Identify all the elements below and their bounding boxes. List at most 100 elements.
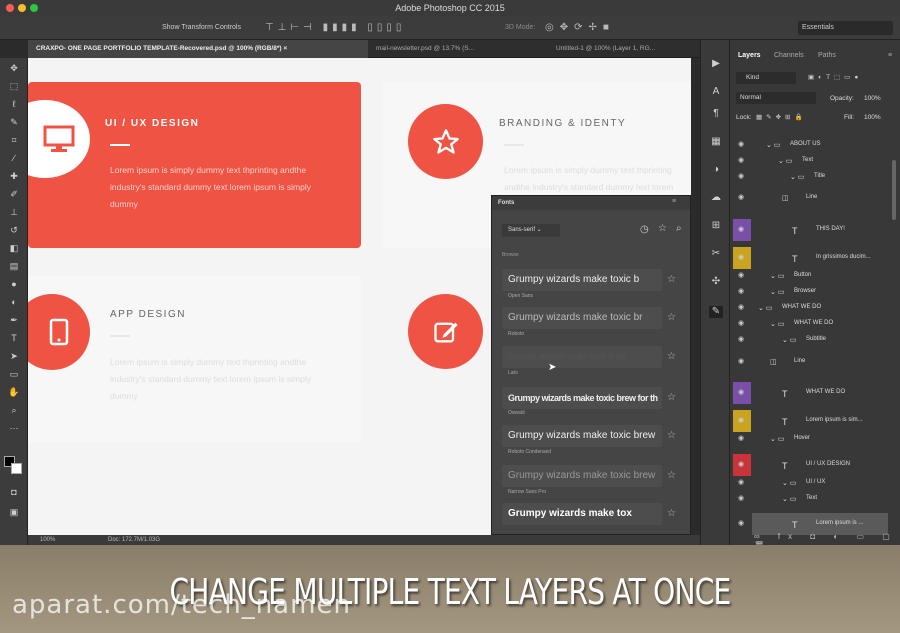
hand-tool-icon[interactable]: ✋ (7, 386, 21, 398)
3d-tools-icons[interactable]: ◎✥⟳✢■ (545, 22, 615, 33)
pen-tool-icon[interactable]: ✒ (7, 314, 21, 326)
layer-row[interactable]: ◉ ⌄ ▭ Button (730, 269, 890, 283)
visibility-eye-icon[interactable]: ◉ (738, 434, 744, 442)
layer-row[interactable]: ◉ ⌄ ▭ Hover (730, 432, 890, 446)
star-icon[interactable]: ☆ (667, 430, 676, 441)
gradient-tool-icon[interactable]: ▤ (7, 260, 21, 272)
history-panel-icon[interactable]: ▶ (709, 58, 723, 70)
layer-row[interactable]: ◉ ⌄ ▭ Text (730, 154, 890, 168)
tab-craxpo[interactable]: CRAXPO- ONE PAGE PORTFOLIO TEMPLATE-Reco… (28, 40, 368, 58)
star-icon[interactable]: ☆ (667, 470, 676, 481)
brush-tool-icon[interactable]: ✐ (7, 188, 21, 200)
font-item[interactable]: Grumpy wizards make toxic br (502, 307, 662, 329)
more-tools-icon[interactable]: ⋯ (7, 422, 21, 434)
tab-mail-newsletter[interactable]: mail-newsletter.psd @ 13.7% (S... (368, 40, 548, 58)
align-icons[interactable]: ⊤⊥⊢⊣ ▮▮▮▮ ▯▯▯▯ (265, 22, 405, 33)
fill-value[interactable]: 100% (864, 114, 881, 121)
opacity-value[interactable]: 100% (864, 95, 881, 102)
search-icon[interactable]: ⌕ (676, 223, 682, 234)
visibility-eye-icon[interactable]: ◉ (738, 140, 744, 148)
tab-layers[interactable]: Layers (738, 48, 761, 64)
star-icon[interactable]: ☆ (667, 351, 676, 362)
font-item[interactable]: Grumpy wizards make toxic b (502, 269, 662, 291)
filter-icons[interactable]: ▣◐T⬚▭● (808, 73, 862, 81)
layer-row[interactable]: ◉ ◫ Line (730, 355, 890, 369)
layers-scrollbar[interactable] (892, 160, 896, 220)
tool-presets-icon[interactable]: ✣ (709, 276, 723, 288)
layer-row[interactable]: ◉ T THIS DAY! (730, 219, 890, 241)
visibility-eye-icon[interactable]: ◉ (738, 388, 744, 396)
healing-brush-icon[interactable]: ✚ (7, 170, 21, 182)
visibility-eye-icon[interactable]: ◉ (738, 193, 744, 201)
history-icon[interactable]: ◷ (640, 224, 649, 235)
tab-paths[interactable]: Paths (818, 48, 836, 64)
panel-menu-icon[interactable]: ≡ (888, 48, 892, 64)
layer-row[interactable]: ◉ T In grissimos ducim... (730, 247, 890, 269)
blur-tool-icon[interactable]: ● (7, 278, 21, 290)
swatches-panel-icon[interactable]: ▦ (709, 136, 723, 148)
brushes-panel-icon[interactable]: ⊞ (709, 220, 723, 232)
type-tool-icon[interactable]: T (7, 332, 21, 344)
close-window-button[interactable] (6, 4, 14, 12)
visibility-eye-icon[interactable]: ◉ (738, 357, 744, 365)
panel-menu-icon[interactable]: ≡ (672, 198, 676, 205)
visibility-eye-icon[interactable]: ◉ (738, 271, 744, 279)
layer-row[interactable]: ◉ T UI / UX DESIGN (730, 454, 890, 476)
paragraph-panel-icon[interactable]: ¶ (709, 108, 723, 120)
lasso-tool-icon[interactable]: ℓ (7, 98, 21, 110)
favorites-icon[interactable]: ☆ (658, 223, 667, 234)
blend-mode-select[interactable]: Normal (736, 92, 816, 104)
visibility-eye-icon[interactable]: ◉ (738, 253, 744, 261)
visibility-eye-icon[interactable]: ◉ (738, 303, 744, 311)
screen-mode-icon[interactable]: ▣ (7, 506, 21, 518)
character-panel-icon[interactable]: A (709, 86, 723, 98)
layer-row[interactable]: ◉ ⌄ ▭ Subtitle (730, 333, 890, 347)
tab-channels[interactable]: Channels (774, 48, 804, 64)
zoom-level[interactable]: 100% (40, 535, 55, 545)
font-filter-select[interactable]: Sans-serif ⌄ (502, 224, 560, 237)
layer-row[interactable]: ◉ ⌄ ▭ ABOUT US (730, 138, 890, 152)
layer-row[interactable]: ◉ ⌄ ▭ Browser (730, 285, 890, 299)
crop-tool-icon[interactable]: ⌗ (7, 134, 21, 146)
visibility-eye-icon[interactable]: ◉ (738, 494, 744, 502)
visibility-eye-icon[interactable]: ◉ (738, 172, 744, 180)
font-item[interactable]: Grumpy wizards make toxic brew (502, 425, 662, 447)
font-item[interactable]: Grumpy wizards make toxic brew (502, 465, 662, 487)
styles-panel-icon[interactable]: ☁ (709, 192, 723, 204)
layer-row[interactable]: ◉ ⌄ ▭ UI / UX (730, 476, 890, 490)
fonts-panel-icon[interactable]: ✎ (709, 306, 723, 318)
layer-row[interactable]: ◉ ◫ Line (730, 191, 890, 205)
visibility-eye-icon[interactable]: ◉ (738, 460, 744, 468)
visibility-eye-icon[interactable]: ◉ (738, 156, 744, 164)
star-icon[interactable]: ☆ (667, 508, 676, 519)
layer-row[interactable]: ◉ ⌄ ▭ Text (730, 492, 890, 506)
workspace-select[interactable]: Essentials (798, 21, 893, 35)
show-transform-label[interactable]: Show Transform Controls (162, 24, 241, 31)
lock-icons[interactable]: ▦✎✥⊞🔒 (756, 113, 807, 121)
move-tool-icon[interactable]: ✥ (7, 62, 21, 74)
visibility-eye-icon[interactable]: ◉ (738, 335, 744, 343)
dodge-tool-icon[interactable]: ◐ (7, 296, 21, 308)
quick-select-icon[interactable]: ✎ (7, 116, 21, 128)
kind-filter[interactable]: Kind (736, 72, 796, 84)
layer-row[interactable]: ◉ ⌄ ▭ Title (730, 170, 890, 184)
history-brush-icon[interactable]: ↺ (7, 224, 21, 236)
visibility-eye-icon[interactable]: ◉ (738, 287, 744, 295)
tab-untitled[interactable]: Untitled-1 @ 100% (Layer 1, RG... (548, 40, 700, 58)
visibility-eye-icon[interactable]: ◉ (738, 319, 744, 327)
star-icon[interactable]: ☆ (667, 274, 676, 285)
star-icon[interactable]: ☆ (667, 312, 676, 323)
background-color[interactable] (11, 463, 22, 474)
font-item[interactable]: Grumpy wizards make toxic brew (502, 346, 662, 368)
quick-mask-icon[interactable]: ◘ (7, 486, 21, 498)
clone-panel-icon[interactable]: ✂ (709, 248, 723, 260)
stamp-tool-icon[interactable]: ⊥ (7, 206, 21, 218)
font-item[interactable]: Grumpy wizards make tox (502, 503, 662, 525)
layer-row[interactable]: ◉ T Lorem ipsum is sim... (730, 410, 890, 432)
font-item[interactable]: Grumpy wizards make toxic brew for th (502, 387, 662, 409)
layer-row[interactable]: ◉ ⌄ ▭ WHAT WE DO (730, 301, 890, 315)
shape-tool-icon[interactable]: ▭ (7, 368, 21, 380)
eraser-tool-icon[interactable]: ◧ (7, 242, 21, 254)
visibility-eye-icon[interactable]: ◉ (738, 519, 744, 527)
marquee-tool-icon[interactable]: ⬚ (7, 80, 21, 92)
